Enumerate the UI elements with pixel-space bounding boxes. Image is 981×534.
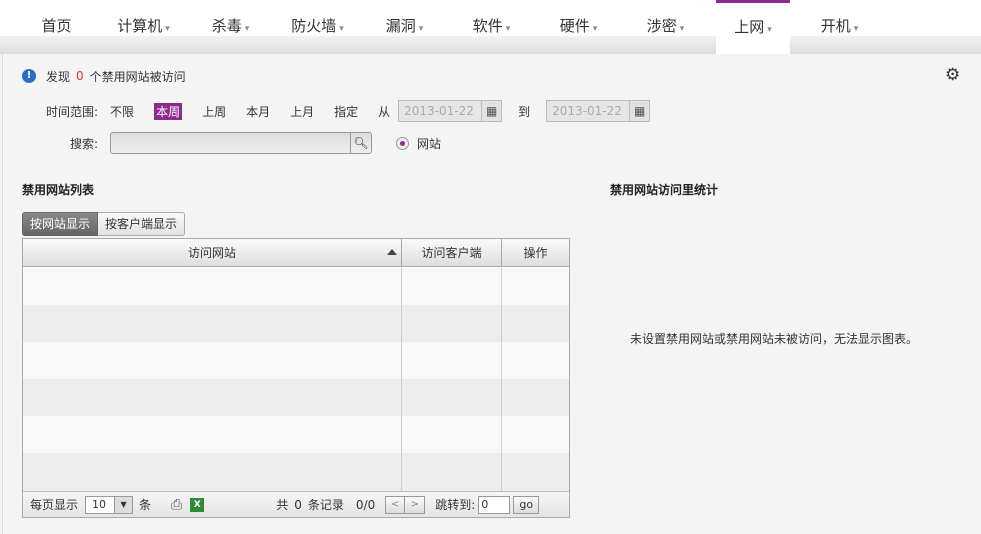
per-page-value: 10 (92, 497, 107, 511)
gear-icon[interactable]: ⚙ (945, 67, 961, 84)
nav-item-computer[interactable]: 计算机 ▾ (100, 0, 187, 54)
info-summary: ! 发现 0 个禁用网站被访问 (22, 68, 186, 84)
table-row (23, 453, 569, 491)
sort-ascending-icon[interactable] (387, 249, 397, 255)
table-row (23, 268, 569, 305)
chevron-down-icon: ▾ (165, 24, 170, 34)
nav-label: 硬件 (559, 17, 590, 35)
column-header-website[interactable]: 访问网站 (23, 239, 402, 267)
to-label: 到 (518, 104, 531, 119)
website-radio-label: 网站 (417, 136, 442, 151)
column-header-action: 操作 (502, 239, 569, 267)
column-divider (501, 268, 502, 491)
chevron-down-icon: ▾ (853, 24, 859, 34)
jump-input[interactable]: 0 (478, 495, 511, 514)
table-row (23, 305, 569, 342)
search-row: 搜索: 🔍︎ 网站 (70, 132, 441, 154)
total-count: 0 (294, 497, 302, 512)
column-label: 操作 (523, 246, 548, 260)
from-date-field[interactable]: 2013-01-22 ▦ (398, 100, 503, 122)
time-range-row: 时间范围: 不限 本周 上周 本月 上月 指定 从 2013-01-22 ▦ 到… (46, 100, 651, 122)
nav-label: 计算机 (117, 17, 163, 35)
next-page-button[interactable]: > (405, 495, 426, 514)
nav-item-firewall[interactable]: 防火墙 ▾ (274, 0, 361, 54)
nav-label: 涉密 (646, 17, 677, 35)
print-icon[interactable]: ⎙ (171, 497, 182, 513)
nav-item-internet[interactable]: 上网 ▾ (716, 0, 790, 54)
nav-label: 防火墙 (291, 17, 337, 35)
jump-label: 跳转到: (435, 498, 476, 512)
stats-title: 禁用网站访问里统计 (610, 183, 719, 197)
list-title: 禁用网站列表 (22, 183, 95, 197)
nav-item-boot[interactable]: 开机 ▾ (796, 0, 883, 54)
chevron-down-icon[interactable]: ▼ (114, 496, 133, 513)
chevron-down-icon: ▾ (679, 24, 685, 34)
nav-label: 漏洞 (385, 17, 416, 35)
chevron-down-icon: ▾ (244, 24, 250, 34)
total-prefix: 共 (276, 498, 289, 512)
nav-item-classified[interactable]: 涉密 ▾ (622, 0, 709, 54)
nav-item-software[interactable]: 软件 ▾ (448, 0, 535, 54)
nav-label: 上网 (734, 18, 765, 36)
view-tabs: 按网站显示 按客户端显示 (22, 212, 186, 236)
range-option-last-week[interactable]: 上周 (202, 103, 226, 120)
info-icon: ! (22, 69, 36, 83)
nav-label: 开机 (820, 17, 851, 35)
range-option-custom[interactable]: 指定 (334, 103, 358, 120)
website-radio[interactable] (396, 136, 410, 150)
column-divider (401, 268, 402, 491)
prev-page-button[interactable]: < (385, 495, 406, 514)
chevron-down-icon: ▾ (339, 24, 344, 34)
go-button[interactable]: go (513, 495, 540, 514)
grid-body (23, 268, 569, 491)
to-date-value: 2013-01-22 (552, 104, 622, 118)
nav-item-home[interactable]: 首页 (13, 0, 100, 54)
page-info: 0/0 (355, 497, 376, 512)
table-row (23, 416, 569, 453)
column-header-client[interactable]: 访问客户端 (402, 239, 502, 267)
calendar-icon[interactable]: ▦ (481, 101, 502, 121)
time-range-label: 时间范围: (46, 104, 99, 119)
info-prefix: 发现 (46, 69, 71, 84)
from-date-value: 2013-01-22 (404, 104, 474, 118)
chevron-down-icon: ▾ (505, 24, 511, 34)
chart-empty-message: 未设置禁用网站或禁用网站未被访问，无法显示图表。 (630, 332, 919, 346)
nav-label: 软件 (472, 17, 503, 35)
grid-header: 访问网站 访问客户端 操作 (23, 239, 569, 267)
nav-item-vulnerability[interactable]: 漏洞 ▾ (361, 0, 448, 54)
per-page-select[interactable]: 10 ▼ (85, 495, 134, 514)
total-suffix: 条记录 (307, 498, 344, 512)
chevron-down-icon: ▾ (418, 24, 424, 34)
nav-item-hardware[interactable]: 硬件 ▾ (535, 0, 622, 54)
range-option-all[interactable]: 不限 (110, 103, 134, 120)
info-suffix: 个禁用网站被访问 (89, 69, 186, 84)
search-input[interactable]: 🔍︎ (110, 132, 373, 154)
search-icon[interactable]: 🔍︎ (350, 133, 371, 153)
nav-item-antivirus[interactable]: 杀毒 ▾ (187, 0, 274, 54)
calendar-icon[interactable]: ▦ (629, 101, 650, 121)
website-grid: 访问网站 访问客户端 操作 每页显示 10 ▼ 条 ⎙ X 共 0 条记录 0/… (22, 238, 570, 518)
blocked-count: 0 (76, 69, 84, 83)
tab-by-client[interactable]: 按客户端显示 (98, 212, 186, 236)
chevron-down-icon: ▾ (592, 24, 598, 34)
chevron-down-icon: ▾ (767, 25, 772, 35)
to-date-field[interactable]: 2013-01-22 ▦ (546, 100, 651, 122)
nav-label: 首页 (41, 17, 72, 35)
tab-by-website[interactable]: 按网站显示 (22, 212, 99, 236)
column-label: 访问网站 (187, 246, 236, 260)
top-navigation: 首页 计算机 ▾ 杀毒 ▾ 防火墙 ▾ 漏洞 ▾ 软件 ▾ 硬件 ▾ 涉密 ▾ 上网 ▾ 开机 ▾ (0, 0, 981, 54)
range-option-this-week[interactable]: 本周 (154, 102, 183, 120)
per-page-unit: 条 (139, 498, 152, 512)
search-label: 搜索: (70, 136, 99, 151)
column-label: 访问客户端 (421, 246, 482, 260)
table-row (23, 342, 569, 379)
table-row (23, 379, 569, 416)
nav-label: 杀毒 (211, 17, 242, 35)
pager: 每页显示 10 ▼ 条 ⎙ X 共 0 条记录 0/0 < > 跳转到: 0 g… (23, 491, 569, 517)
range-option-this-month[interactable]: 本月 (246, 103, 270, 120)
per-page-label: 每页显示 (30, 498, 79, 512)
from-label: 从 (378, 104, 391, 119)
excel-export-icon[interactable]: X (190, 497, 205, 512)
range-option-last-month[interactable]: 上月 (290, 103, 314, 120)
